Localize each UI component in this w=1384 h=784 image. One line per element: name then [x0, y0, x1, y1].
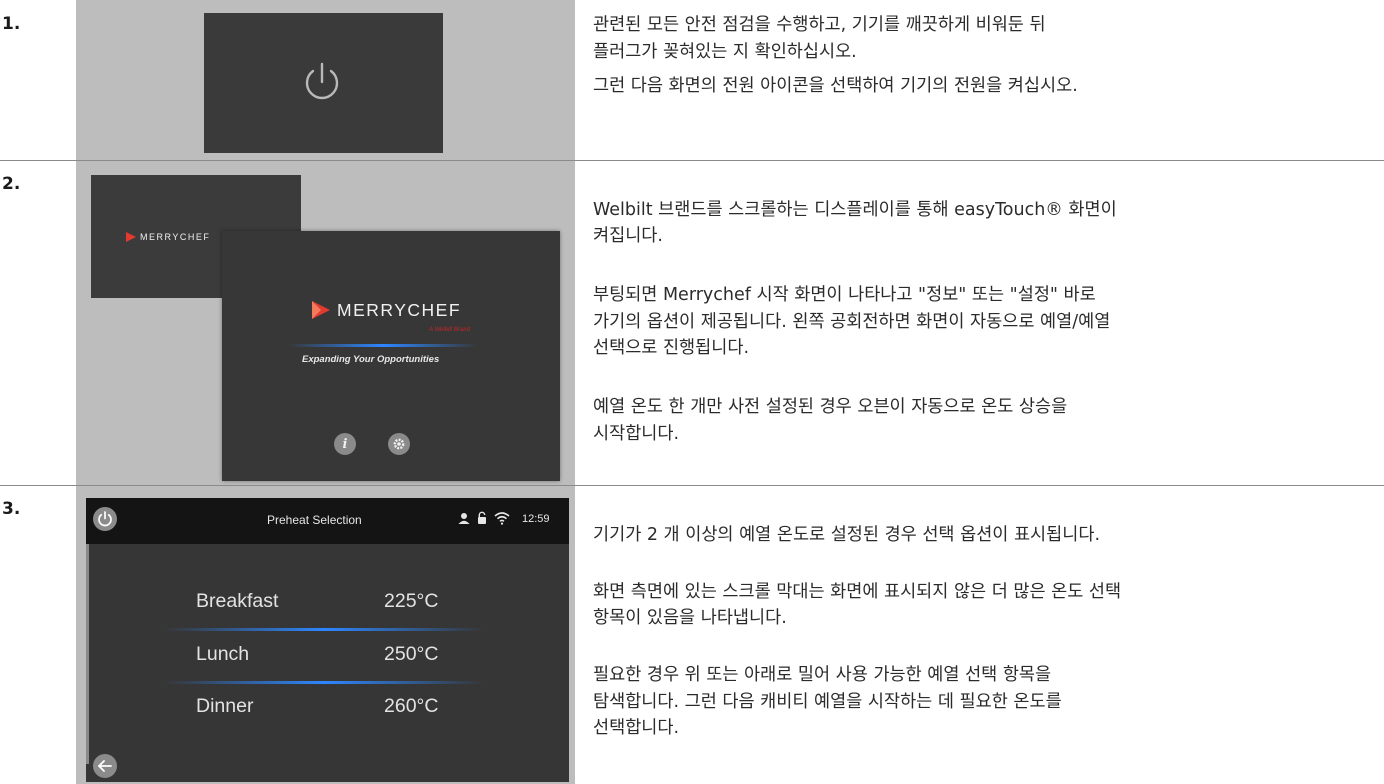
step-paragraph: 부팅되면 Merrychef 시작 화면이 나타나고 "정보" 또는 "설정" … — [593, 285, 1111, 358]
info-icon[interactable]: i — [334, 433, 356, 455]
accent-line — [288, 344, 478, 347]
separator-line — [164, 681, 484, 684]
step-paragraph: 예열 온도 한 개만 사전 설정된 경우 오븐이 자동으로 온도 상승을 시작합… — [593, 397, 1068, 444]
brand-large: MERRYCHEF — [337, 299, 462, 320]
step-paragraph: 그런 다음 화면의 전원 아이콘을 선택하여 기기의 전원을 켜십시오. — [593, 76, 1078, 96]
step-paragraph: 필요한 경우 위 또는 아래로 밀어 사용 가능한 예열 선택 항목을 탐색합니… — [593, 665, 1062, 738]
back-button[interactable] — [93, 754, 117, 778]
lock-icon — [478, 511, 486, 524]
merrychef-logo-icon — [312, 301, 330, 319]
wifi-icon — [494, 512, 510, 525]
step-3-text: 기기가 2 개 이상의 예열 온도로 설정된 경우 선택 옵션이 표시됩니다. … — [593, 495, 1373, 774]
step-1-image — [76, 0, 575, 160]
power-icon[interactable] — [298, 59, 346, 107]
brand-small: MERRYCHEF — [140, 232, 211, 242]
screen-title: Preheat Selection — [267, 513, 362, 527]
power-icon — [98, 511, 112, 527]
merrychef-logo-icon — [126, 232, 136, 242]
power-button[interactable] — [93, 507, 117, 531]
user-icon — [458, 513, 470, 524]
scrollbar[interactable] — [86, 544, 89, 764]
tagline: Expanding Your Opportunities — [302, 354, 440, 365]
back-arrow-icon — [98, 760, 112, 772]
step-paragraph: 기기가 2 개 이상의 예열 온도로 설정된 경우 선택 옵션이 표시됩니다. — [593, 524, 1101, 545]
merrychef-logo: MERRYCHEF — [310, 299, 461, 321]
separator-line — [164, 628, 484, 631]
preheat-temp: 225°C — [384, 590, 439, 612]
status-bar: Preheat Selection 12:59 — [86, 498, 569, 544]
step-number: 3. — [2, 499, 21, 519]
step-number: 2. — [2, 174, 21, 194]
step-2-text: Welbilt 브랜드를 스크롤하는 디스플레이를 통해 easyTouch® … — [593, 170, 1373, 480]
preheat-temp: 260°C — [384, 695, 439, 717]
start-screen: MERRYCHEF A Welbilt Brand Expanding Your… — [222, 231, 560, 481]
power-screen — [204, 13, 443, 153]
step-3-image: Preheat Selection 12:59 Breakfast 225°C … — [76, 486, 575, 784]
step-number: 1. — [2, 14, 21, 34]
step-1-text: 관련된 모든 안전 점검을 수행하고, 기기를 깨끗하게 비워둔 뒤 플러그가 … — [593, 12, 1373, 106]
step-paragraph: 관련된 모든 안전 점검을 수행하고, 기기를 깨끗하게 비워둔 뒤 — [593, 15, 1046, 35]
sub-brand: A Welbilt Brand — [429, 327, 471, 333]
step-1: 1. 관련된 모든 안전 점검을 수행하고, 기기를 깨끗하게 비워둔 뒤 플러… — [0, 0, 1384, 160]
clock: 12:59 — [522, 513, 550, 525]
step-paragraph: Welbilt 브랜드를 스크롤하는 디스플레이를 통해 easyTouch® … — [593, 199, 1117, 247]
preheat-screen: Preheat Selection 12:59 Breakfast 225°C … — [86, 498, 569, 782]
step-2: 2. MERRYCHEF MERRYCHEF A Welbilt Brand E — [0, 160, 1384, 485]
step-3: 3. Preheat Selection 12:59 Breakfast 225… — [0, 485, 1384, 784]
step-2-image: MERRYCHEF MERRYCHEF A Welbilt Brand Expa… — [76, 161, 575, 485]
step-paragraph: 화면 측면에 있는 스크롤 막대는 화면에 표시되지 않은 더 많은 온도 선택… — [593, 581, 1122, 629]
preheat-temp: 250°C — [384, 643, 439, 665]
settings-gear-icon[interactable] — [388, 433, 410, 455]
merrychef-logo: MERRYCHEF — [125, 231, 210, 243]
preheat-name: Breakfast — [196, 590, 279, 612]
preheat-name: Lunch — [196, 643, 250, 665]
preheat-name: Dinner — [196, 695, 254, 717]
step-paragraph: 플러그가 꽂혀있는 지 확인하십시오. — [593, 41, 857, 62]
